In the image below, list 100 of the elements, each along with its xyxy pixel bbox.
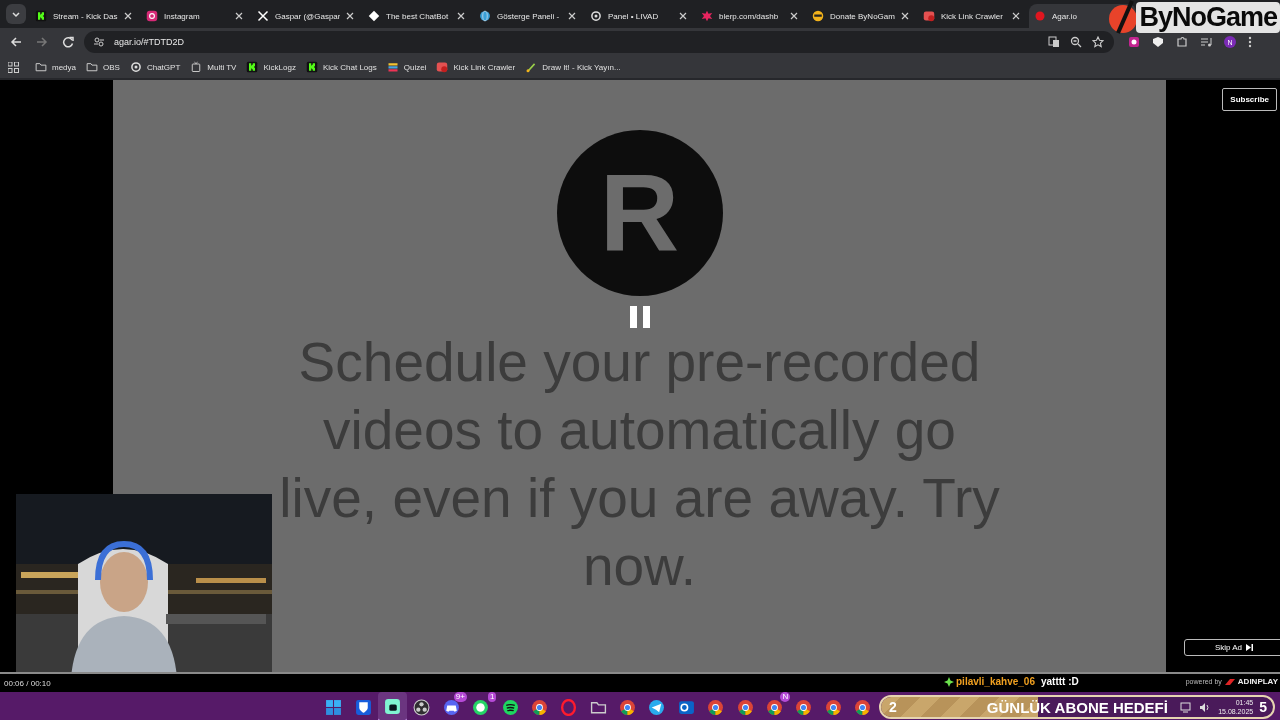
- apps-grid-icon[interactable]: [8, 61, 19, 73]
- volume-icon[interactable]: [1199, 701, 1211, 713]
- bookmark-item[interactable]: Kick Link Crawler: [436, 61, 516, 73]
- brush-icon: [525, 61, 538, 73]
- puzzle-icon[interactable]: [1176, 36, 1188, 48]
- overlay-logo-text: ByNoGame: [1136, 1, 1280, 33]
- chrome-logo-icon: [707, 698, 725, 716]
- tab-title: blerp.com/dashb: [719, 11, 780, 21]
- taskbar-app[interactable]: [377, 692, 408, 720]
- chrome-logo-icon: [795, 698, 813, 716]
- kick-logo-icon: [35, 10, 47, 22]
- tv-icon: [190, 61, 203, 73]
- bookmark-label: Kick Chat Logs: [322, 62, 377, 72]
- browser-tab[interactable]: Kick Link Crawler: [918, 4, 1025, 28]
- browser-tab[interactable]: Donate ByNoGam: [807, 4, 914, 28]
- taskbar-app[interactable]: N: [759, 692, 790, 720]
- browser-tab[interactable]: Gösterge Paneli -: [474, 4, 581, 28]
- reload-icon[interactable]: [62, 36, 74, 48]
- zoom-icon[interactable]: [1070, 36, 1082, 48]
- x-logo-icon: [257, 10, 269, 22]
- close-icon[interactable]: [901, 12, 909, 20]
- browser-tab[interactable]: Gaspar (@Gaspar: [252, 4, 359, 28]
- globe-icon: [479, 10, 491, 22]
- bookmark-item[interactable]: Draw It! - Kick Yayın...: [525, 61, 621, 73]
- chrome-logo-icon: [736, 698, 754, 716]
- badge-icon: [436, 61, 449, 73]
- media-playlist-icon[interactable]: [1200, 36, 1212, 48]
- browser-tab[interactable]: Instagram: [141, 4, 248, 28]
- folder-icon: [86, 61, 98, 73]
- tab-title: Panel • LIVAD: [608, 11, 660, 21]
- notification-badge: 1: [487, 692, 497, 702]
- bookmark-label: Draw It! - Kick Yayın...: [542, 62, 621, 72]
- close-icon[interactable]: [790, 12, 798, 20]
- extension-icon[interactable]: [1152, 36, 1164, 48]
- bookmark-label: Quizei: [403, 62, 427, 72]
- chat-username: pilavli_kahve_06: [956, 676, 1035, 687]
- menu-icon[interactable]: [1248, 36, 1252, 48]
- bookmark-item[interactable]: KickLogz: [246, 61, 296, 73]
- close-icon[interactable]: [568, 12, 576, 20]
- close-icon[interactable]: [235, 12, 243, 20]
- tab-title: Agar.io: [1052, 11, 1078, 21]
- stack-icon: [386, 61, 399, 73]
- bookmark-item[interactable]: medya: [35, 61, 76, 73]
- bookmark-item[interactable]: Multi TV: [190, 61, 237, 73]
- bookmark-label: KickLogz: [263, 62, 296, 72]
- subscribe-button[interactable]: Subscribe: [1222, 88, 1277, 111]
- skip-icon: [1246, 644, 1254, 651]
- sparkle-icon: [944, 676, 954, 687]
- tab-search-button[interactable]: [6, 4, 26, 24]
- brand-mark-icon: [1224, 678, 1235, 685]
- notification-badge: 9+: [453, 692, 467, 702]
- obs-logo-icon: [413, 698, 431, 716]
- bookmark-item[interactable]: OBS: [86, 61, 120, 73]
- tab-title: Instagram: [164, 11, 201, 21]
- shield-icon: [354, 698, 372, 716]
- close-icon[interactable]: [1012, 12, 1020, 20]
- pause-icon[interactable]: [629, 306, 650, 328]
- ring-logo-icon: [129, 61, 142, 73]
- folder-icon: [35, 61, 47, 73]
- browser-tab[interactable]: Panel • LIVAD: [585, 4, 692, 28]
- chrome-logo-icon: [766, 698, 784, 716]
- chrome-logo-icon: [854, 698, 872, 716]
- back-icon[interactable]: [10, 36, 22, 48]
- goal-target: 5: [1259, 699, 1267, 715]
- bookmark-item[interactable]: ChatGPT: [129, 61, 181, 73]
- bookmark-item[interactable]: Quizei: [386, 61, 427, 73]
- forward-icon[interactable]: [36, 36, 48, 48]
- taskbar-app[interactable]: 9+: [436, 692, 466, 720]
- bookmark-label: Multi TV: [207, 62, 237, 72]
- skip-ad-button[interactable]: Skip Ad: [1184, 639, 1280, 656]
- badge-icon: [923, 10, 935, 22]
- notification-badge: N: [780, 692, 791, 702]
- address-bar[interactable]: agar.io/#TDTD2D: [84, 31, 1114, 53]
- browser-tab[interactable]: The best ChatBot: [363, 4, 470, 28]
- site-settings-icon[interactable]: [94, 37, 104, 47]
- network-icon[interactable]: [1180, 701, 1192, 713]
- bookmark-label: ChatGPT: [146, 62, 181, 72]
- chrome-logo-icon: [530, 698, 548, 716]
- bookmark-star-icon[interactable]: [1092, 36, 1104, 48]
- close-icon[interactable]: [457, 12, 465, 20]
- close-icon[interactable]: [346, 12, 354, 20]
- tab-title: Gösterge Paneli -: [497, 11, 561, 21]
- browser-tab[interactable]: blerp.com/dashb: [696, 4, 803, 28]
- chrome-logo-icon: [824, 698, 842, 716]
- chrome-logo-icon: [619, 698, 637, 716]
- taskbar-app[interactable]: 1: [465, 692, 496, 720]
- close-icon[interactable]: [679, 12, 687, 20]
- translate-icon[interactable]: [1048, 36, 1060, 48]
- sound-waves-icon: [501, 698, 519, 716]
- bookmark-item[interactable]: Kick Chat Logs: [305, 61, 377, 73]
- controller-icon: [442, 698, 460, 716]
- close-icon[interactable]: [124, 12, 132, 20]
- tab-title: Kick Link Crawler: [941, 11, 1004, 21]
- browser-tab[interactable]: Stream - Kick Das: [30, 4, 137, 28]
- camera-logo-icon: [146, 10, 158, 22]
- extension-icon[interactable]: [1128, 36, 1140, 48]
- address-text: agar.io/#TDTD2D: [114, 37, 185, 47]
- ring-logo-icon: [560, 698, 578, 716]
- windows-logo-icon: [325, 698, 343, 716]
- cell-icon: [1034, 10, 1046, 22]
